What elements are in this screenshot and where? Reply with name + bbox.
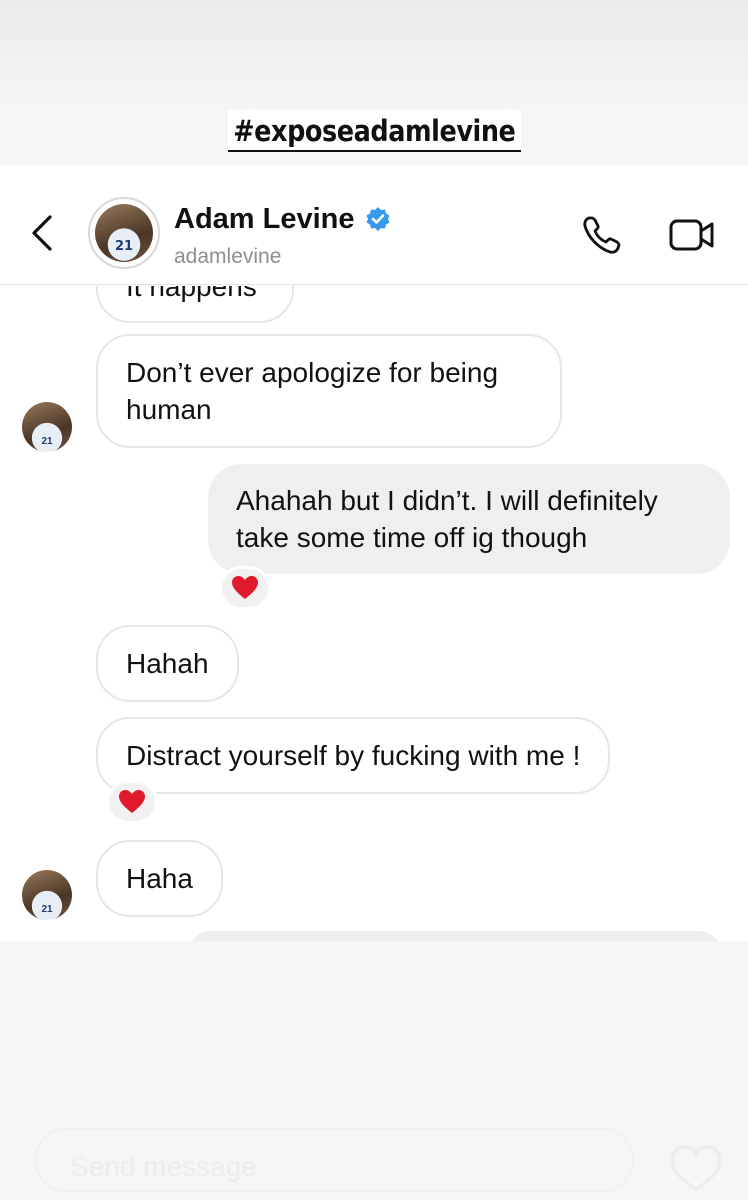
- message-text: Don’t ever apologize for being human: [126, 357, 499, 425]
- contact-name[interactable]: Adam Levine: [174, 203, 355, 236]
- contact-avatar[interactable]: [88, 197, 160, 269]
- message-text: Distract yourself by fucking with me !: [126, 740, 581, 771]
- message-bubble-incoming[interactable]: Haha: [96, 840, 223, 917]
- chat-header: Adam Levine adamlevine: [0, 165, 748, 285]
- back-chevron-icon[interactable]: [26, 213, 58, 253]
- verified-badge-icon: [366, 207, 390, 231]
- message-thread: It happens Don’t ever apologize for bein…: [0, 286, 748, 941]
- message-bubble-incoming[interactable]: Distract yourself by fucking with me !: [96, 717, 611, 794]
- avatar-photo: [95, 204, 153, 262]
- phone-icon[interactable]: [580, 213, 624, 257]
- dm-screenshot: Adam Levine adamlevine It happens Don’t …: [0, 165, 748, 941]
- message-bubble-incoming[interactable]: Hahah: [96, 625, 239, 702]
- message-text: Haha: [126, 863, 193, 894]
- video-camera-icon[interactable]: [668, 215, 716, 255]
- heart-icon: [119, 790, 145, 813]
- sender-avatar[interactable]: [22, 870, 72, 920]
- message-bubble-cutoff: [190, 931, 720, 941]
- message-text: It happens: [126, 286, 257, 302]
- send-message-placeholder: Send message: [70, 1151, 257, 1182]
- message-bubble-outgoing[interactable]: Ahahah but I didn’t. I will definitely t…: [208, 464, 730, 574]
- contact-handle: adamlevine: [174, 245, 282, 268]
- hashtag-text: #exposeadamlevine: [227, 110, 521, 152]
- sender-avatar[interactable]: [22, 402, 72, 452]
- heart-icon: [232, 576, 258, 599]
- message-text: Ahahah but I didn’t. I will definitely t…: [236, 485, 658, 553]
- heart-reaction[interactable]: [106, 780, 158, 824]
- message-text: Hahah: [126, 648, 209, 679]
- story-caption: #exposeadamlevine: [0, 110, 748, 152]
- heart-like-icon[interactable]: [668, 1144, 724, 1194]
- message-bubble-partial[interactable]: It happens: [96, 286, 294, 323]
- heart-reaction[interactable]: [219, 566, 271, 610]
- message-bubble-incoming[interactable]: Don’t ever apologize for being human: [96, 334, 562, 448]
